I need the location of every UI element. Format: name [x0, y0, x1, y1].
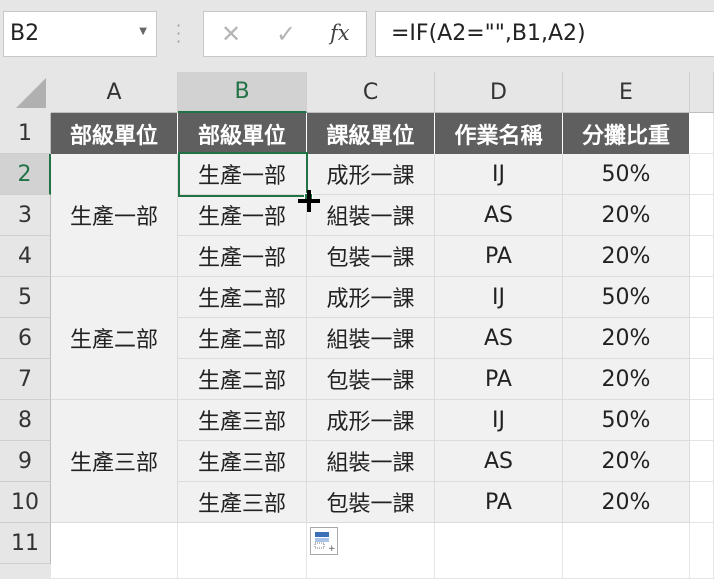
- row-header-3[interactable]: 3: [0, 195, 51, 236]
- table-cell[interactable]: 組裝一課: [307, 195, 435, 236]
- table-cell[interactable]: 生產三部: [178, 482, 307, 523]
- merged-cell-a[interactable]: 生產一部: [51, 154, 178, 277]
- table-cell[interactable]: PA: [435, 482, 563, 523]
- merged-cell-a[interactable]: 生產三部: [51, 400, 178, 523]
- column-header-a[interactable]: A: [51, 72, 178, 113]
- table-cell[interactable]: 包裝一課: [307, 482, 435, 523]
- table-cell[interactable]: AS: [435, 195, 563, 236]
- header-cell-b[interactable]: 部級單位: [178, 113, 307, 154]
- table-cell[interactable]: 50%: [563, 277, 690, 318]
- paste-options-icon: +: [314, 532, 336, 554]
- empty-cell[interactable]: [690, 154, 714, 195]
- function-icon[interactable]: fx: [330, 21, 350, 45]
- table-cell[interactable]: 20%: [563, 195, 690, 236]
- column-header-d[interactable]: D: [435, 72, 563, 113]
- table-cell[interactable]: AS: [435, 441, 563, 482]
- table-cell[interactable]: 20%: [563, 318, 690, 359]
- svg-text:+: +: [328, 544, 336, 554]
- row-header-4[interactable]: 4: [0, 236, 51, 277]
- name-box-value: B2: [10, 21, 40, 46]
- table-cell[interactable]: 50%: [563, 400, 690, 441]
- table-cell[interactable]: 生產一部: [178, 236, 307, 277]
- formula-input[interactable]: =IF(A2="",B1,A2): [375, 11, 714, 57]
- table-cell[interactable]: 20%: [563, 441, 690, 482]
- row-header-9[interactable]: 9: [0, 441, 51, 482]
- row-header-6[interactable]: 6: [0, 318, 51, 359]
- row-header-11[interactable]: 11: [0, 523, 51, 564]
- table-cell[interactable]: 組裝一課: [307, 441, 435, 482]
- empty-cell[interactable]: [690, 277, 714, 318]
- paste-options-button[interactable]: +: [310, 527, 338, 555]
- table-cell[interactable]: 成形一課: [307, 154, 435, 195]
- table-cell[interactable]: IJ: [435, 400, 563, 441]
- row-header-1[interactable]: 1: [0, 113, 51, 154]
- select-all-corner[interactable]: [0, 72, 51, 113]
- table-cell[interactable]: 生產二部: [178, 359, 307, 400]
- row-header-2[interactable]: 2: [0, 154, 51, 195]
- table-cell[interactable]: 生產二部: [178, 277, 307, 318]
- enter-icon[interactable]: ✓: [276, 20, 296, 48]
- empty-cell[interactable]: [690, 236, 714, 277]
- table-cell[interactable]: 20%: [563, 236, 690, 277]
- merged-cell-a[interactable]: 生產二部: [51, 277, 178, 400]
- empty-cell[interactable]: [690, 113, 714, 154]
- empty-cell[interactable]: [435, 523, 563, 579]
- column-header-e[interactable]: E: [563, 72, 690, 113]
- fill-cursor-icon: [298, 190, 320, 212]
- empty-cell[interactable]: [690, 441, 714, 482]
- table-cell[interactable]: 成形一課: [307, 277, 435, 318]
- table-cell[interactable]: 生產二部: [178, 318, 307, 359]
- row-header-8[interactable]: 8: [0, 400, 51, 441]
- header-cell-a[interactable]: 部級單位: [51, 113, 178, 154]
- empty-cell[interactable]: [178, 523, 307, 579]
- table-cell[interactable]: PA: [435, 359, 563, 400]
- table-cell[interactable]: 包裝一課: [307, 236, 435, 277]
- empty-cell[interactable]: [690, 195, 714, 236]
- table-cell[interactable]: 成形一課: [307, 400, 435, 441]
- table-cell[interactable]: IJ: [435, 154, 563, 195]
- empty-cell[interactable]: [690, 523, 714, 579]
- table-cell[interactable]: AS: [435, 318, 563, 359]
- table-cell[interactable]: 組裝一課: [307, 318, 435, 359]
- table-cell[interactable]: 生產三部: [178, 441, 307, 482]
- formula-buttons: ✕ ✓ fx: [203, 11, 367, 57]
- header-cell-c[interactable]: 課級單位: [307, 113, 435, 154]
- formula-text: =IF(A2="",B1,A2): [391, 21, 586, 46]
- table-cell[interactable]: 生產一部: [178, 195, 307, 236]
- column-header-f[interactable]: [690, 72, 714, 113]
- active-cell-border: [178, 152, 308, 197]
- empty-cell[interactable]: [51, 523, 178, 579]
- cancel-icon[interactable]: ✕: [221, 20, 241, 48]
- column-header-b[interactable]: B: [178, 72, 307, 113]
- column-header-c[interactable]: C: [307, 72, 435, 113]
- header-cell-e[interactable]: 分攤比重: [563, 113, 690, 154]
- empty-cell[interactable]: [690, 400, 714, 441]
- table-cell[interactable]: 20%: [563, 359, 690, 400]
- table-cell[interactable]: 50%: [563, 154, 690, 195]
- empty-cell[interactable]: [690, 318, 714, 359]
- chevron-down-icon[interactable]: ▼: [139, 26, 147, 37]
- table-cell[interactable]: 生產三部: [178, 400, 307, 441]
- header-cell-d[interactable]: 作業名稱: [435, 113, 563, 154]
- row-header-5[interactable]: 5: [0, 277, 51, 318]
- formula-bar-area: B2 ▼ · · · ✕ ✓ fx =IF(A2="",B1,A2): [0, 0, 714, 72]
- row-header-10[interactable]: 10: [0, 482, 51, 523]
- empty-cell[interactable]: [690, 359, 714, 400]
- row-header-7[interactable]: 7: [0, 359, 51, 400]
- empty-cell[interactable]: [563, 523, 690, 579]
- table-cell[interactable]: IJ: [435, 277, 563, 318]
- table-cell[interactable]: 包裝一課: [307, 359, 435, 400]
- more-options-icon[interactable]: · · ·: [176, 18, 181, 50]
- table-cell[interactable]: PA: [435, 236, 563, 277]
- name-box[interactable]: B2 ▼: [3, 11, 157, 57]
- table-cell[interactable]: 20%: [563, 482, 690, 523]
- empty-cell[interactable]: [690, 482, 714, 523]
